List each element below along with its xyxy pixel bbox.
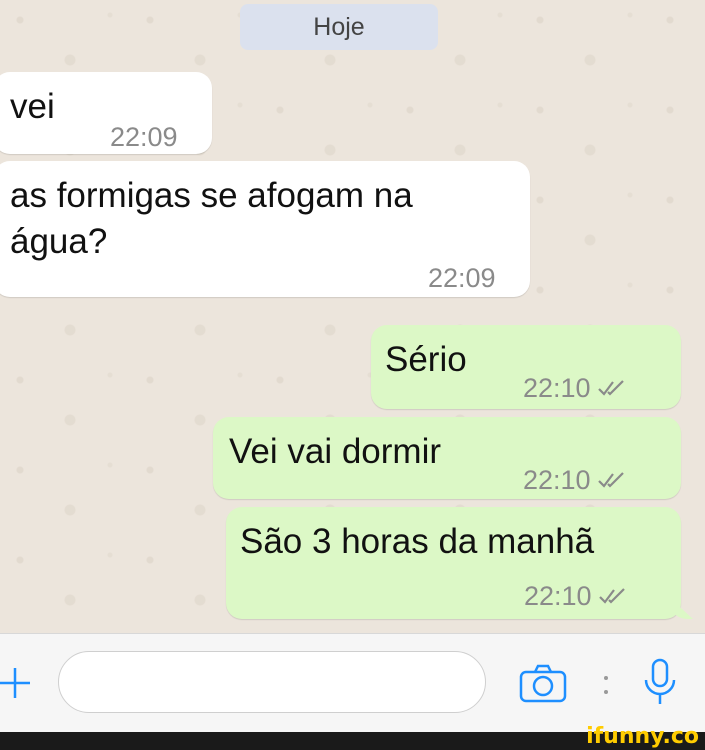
message-outgoing[interactable]: Sério 22:10 — [371, 325, 681, 409]
message-outgoing[interactable]: Vei vai dormir 22:10 — [213, 417, 681, 499]
bubble-tail — [669, 597, 693, 619]
attach-button[interactable] — [0, 666, 30, 700]
ifunny-logo: ifunny.co — [586, 724, 699, 749]
double-check-icon — [598, 588, 625, 604]
microphone-button[interactable] — [640, 658, 680, 708]
message-time: 22:10 — [523, 465, 591, 495]
dots-icon — [604, 676, 608, 694]
chat-area: Hoje vei 22:09 as formigas se afogam na … — [0, 0, 705, 633]
message-text: Sério — [385, 340, 467, 379]
message-input[interactable] — [58, 651, 486, 713]
message-text: vei — [10, 87, 55, 126]
message-text: São 3 horas da manhã — [240, 522, 595, 561]
double-check-icon — [597, 380, 624, 396]
date-label: Hoje — [240, 4, 438, 50]
message-outgoing[interactable]: São 3 horas da manhã 22:10 — [226, 507, 693, 619]
message-time: 22:10 — [524, 581, 592, 611]
microphone-icon — [644, 658, 676, 704]
message-time: 22:09 — [428, 263, 496, 293]
plus-icon — [0, 668, 30, 698]
composer-bar — [0, 633, 705, 733]
message-time: 22:10 — [523, 373, 591, 403]
message-time: 22:09 — [110, 122, 178, 152]
message-incoming[interactable]: as formigas se afogam na água? 22:09 — [0, 161, 530, 297]
double-check-icon — [597, 472, 624, 488]
more-button[interactable] — [600, 670, 612, 700]
message-time-row: 22:10 — [523, 365, 627, 411]
message-text: as formigas se afogam na água? — [10, 176, 413, 261]
message-incoming[interactable]: vei 22:09 — [0, 72, 212, 154]
camera-button[interactable] — [518, 664, 568, 704]
message-time-row: 22:10 — [524, 573, 628, 619]
watermark-bar: ifunny.co — [0, 724, 705, 750]
message-time-row: 22:10 — [523, 457, 627, 503]
camera-icon — [519, 664, 567, 703]
message-text: Vei vai dormir — [229, 432, 442, 471]
